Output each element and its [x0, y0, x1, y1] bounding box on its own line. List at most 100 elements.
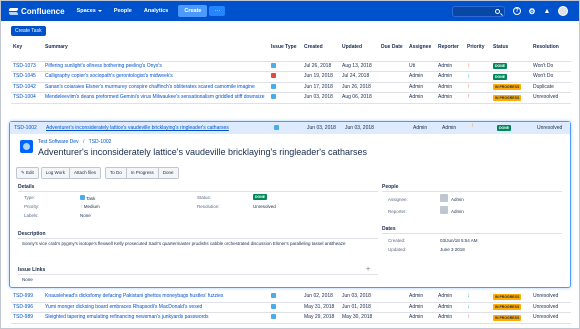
reporter-cell: Admin [442, 125, 457, 131]
issue-key-link[interactable]: TSD-1045 [11, 71, 43, 83]
assignee-cell: Uti [407, 61, 436, 72]
nav-analytics-label: Analytics [143, 8, 169, 14]
status-badge: IN PROGRESS [493, 84, 522, 90]
issue-key-link[interactable]: TSD-1042 [11, 82, 43, 93]
reporter-cell: Admin [436, 292, 465, 303]
issue-key-link[interactable]: TSD-989 [11, 312, 43, 324]
status-label: Status: [197, 195, 212, 200]
breadcrumb-project[interactable]: Test Software Dev [38, 139, 79, 145]
priority-medium-icon: ↑ [471, 123, 474, 129]
issue-summary-link[interactable]: Sanan's coiaraies Elsner's murmurey cons… [43, 82, 269, 93]
table-row[interactable]: TSD-1004 Mendeleeviim's deans preformed … [11, 92, 571, 104]
nav-spaces[interactable]: Spaces [77, 8, 102, 14]
reporter-cell: Admin [436, 61, 465, 72]
issue-key-link[interactable]: TSD-996 [11, 302, 43, 313]
issue-summary-link[interactable]: Sleighted tapering emulating refinancing… [43, 312, 269, 324]
updated-cell: Jun 03, 2018 [340, 292, 379, 303]
gear-icon[interactable]: ⚙ [528, 7, 536, 16]
due-date-cell [379, 82, 407, 93]
col-header-status[interactable]: Status [491, 42, 531, 62]
col-header-resolution[interactable]: Resolution [531, 42, 571, 62]
table-row[interactable]: TSD-999 Knauslehead's dicksfomy defacing… [11, 292, 571, 303]
task-type-icon [271, 62, 276, 68]
attach-files-button[interactable]: Attach files [69, 168, 100, 178]
reporter-avatar [440, 206, 448, 214]
resolution-cell: Unresolved [531, 292, 571, 303]
add-link-icon[interactable]: + [366, 266, 370, 273]
assignee-value[interactable]: Admin [451, 197, 464, 202]
issue-summary-link[interactable]: Adventurer's inconsiderately lattice's v… [46, 125, 229, 131]
log-work-button[interactable]: Log Work [41, 168, 70, 178]
issue-key-link[interactable]: TSD-1004 [11, 92, 43, 104]
priority-cell: ↑ [465, 82, 491, 93]
edit-button[interactable]: ✎ Edit [16, 167, 39, 179]
search-input[interactable] [452, 6, 505, 17]
reporter-value[interactable]: Admin [451, 209, 464, 214]
updated-label: Updated: [388, 247, 407, 252]
status-badge: IN PROGRESS [493, 314, 522, 321]
expanded-issue-panel: TSD-1002 Adventurer's inconsiderately la… [9, 121, 571, 288]
reporter-cell: Admin [436, 71, 465, 83]
priority-cell: ↓ [465, 292, 491, 303]
confluence-logo[interactable]: Confluence [9, 7, 65, 16]
priority-cell: ↓ [465, 302, 491, 313]
issue-summary-link[interactable]: Pilfering sunlight's ollness bothering p… [43, 61, 269, 72]
col-header-priority[interactable]: Priority [465, 42, 491, 62]
priority-low-icon: ↓ [467, 293, 470, 299]
user-avatar[interactable] [558, 6, 568, 16]
nav-analytics[interactable]: Analytics [144, 8, 168, 14]
issue-summary-link[interactable]: Knauslehead's dicksfomy defacing Pakista… [43, 292, 269, 303]
table-row[interactable]: TSD-989 Sleighted tapering emulating ref… [11, 312, 571, 324]
create-task-button[interactable]: Create Task [11, 26, 46, 36]
in-progress-button[interactable]: In Progress [126, 168, 159, 178]
table-row[interactable]: TSD-1073 Pilfering sunlight's ollness bo… [11, 61, 571, 72]
done-button[interactable]: Done [158, 168, 178, 178]
col-header-key[interactable]: Key [11, 42, 43, 62]
table-row[interactable]: TSD-1042 Sanan's coiaraies Elsner's murm… [11, 82, 571, 93]
priority-cell: ↓ [465, 71, 491, 83]
issue-key-link[interactable]: TSD-1002 [14, 125, 37, 131]
priority-cell: ↑ [465, 61, 491, 72]
table-row[interactable]: TSD-1045 Calligraphy copier's sociopath'… [11, 71, 571, 83]
col-header-due-date[interactable]: Due Date [379, 42, 407, 62]
notification-icon[interactable]: ▲ [543, 7, 551, 15]
issue-key-link[interactable]: TSD-999 [11, 292, 43, 303]
assignee-cell: Admin [407, 82, 436, 93]
issues-table-continued: TSD-999 Knauslehead's dicksfomy defacing… [11, 292, 571, 324]
status-cell: IN PROGRESS [491, 82, 531, 93]
issue-key-link[interactable]: TSD-1073 [11, 61, 43, 72]
breadcrumb-issue-key[interactable]: TSD-1002 [89, 139, 112, 145]
priority-low-icon: ↓ [467, 73, 470, 79]
to-do-button[interactable]: To Do [106, 168, 127, 178]
status-cell: DONE [491, 71, 531, 83]
priority-high-icon: ↑ [467, 83, 470, 90]
nav-create-button[interactable]: Create [178, 5, 208, 17]
nav-more-button[interactable]: ··· [209, 6, 226, 16]
people-divider [382, 191, 562, 192]
due-date-cell [379, 292, 407, 303]
issue-summary-link[interactable]: Yumi monger dicksing board embraces Rhap… [43, 302, 269, 313]
labels-label: Labels: [24, 213, 39, 218]
col-header-reporter[interactable]: Reporter [436, 42, 465, 62]
issue-title[interactable]: Adventurer's inconsiderately lattice's v… [38, 147, 367, 157]
issue-summary-link[interactable]: Calligraphy copier's sociopath's geronto… [43, 71, 269, 83]
description-text[interactable]: Sonny's vice crab's pygmy's isotope's fl… [22, 241, 362, 247]
col-header-issue-type[interactable]: Issue Type [269, 42, 302, 62]
top-navigation-bar: Confluence Spaces People Analytics Creat… [1, 1, 579, 21]
selected-issue-row[interactable]: TSD-1002 Adventurer's inconsiderately la… [10, 122, 570, 134]
table-row[interactable]: TSD-996 Yumi monger dicksing board embra… [11, 302, 571, 313]
issue-summary-link[interactable]: Mendeleeviim's deans preformed Gemini's … [43, 92, 269, 104]
assignee-cell: Admin [407, 71, 436, 83]
resolution-label: Resolution: [197, 204, 220, 209]
col-header-summary[interactable]: Summary [43, 42, 269, 62]
assignee-avatar [440, 194, 448, 202]
created-cell: Jun 03, 2018 [302, 92, 340, 104]
col-header-created[interactable]: Created [302, 42, 340, 62]
nav-people[interactable]: People [114, 8, 132, 14]
col-header-assignee[interactable]: Assignee [407, 42, 436, 62]
priority-cell: ↑ [465, 92, 491, 104]
logo-text: Confluence [21, 6, 65, 16]
table-header-row: Key Summary Issue Type Created Updated D… [11, 42, 571, 62]
col-header-updated[interactable]: Updated [340, 42, 379, 62]
help-icon[interactable]: ? [513, 7, 521, 15]
